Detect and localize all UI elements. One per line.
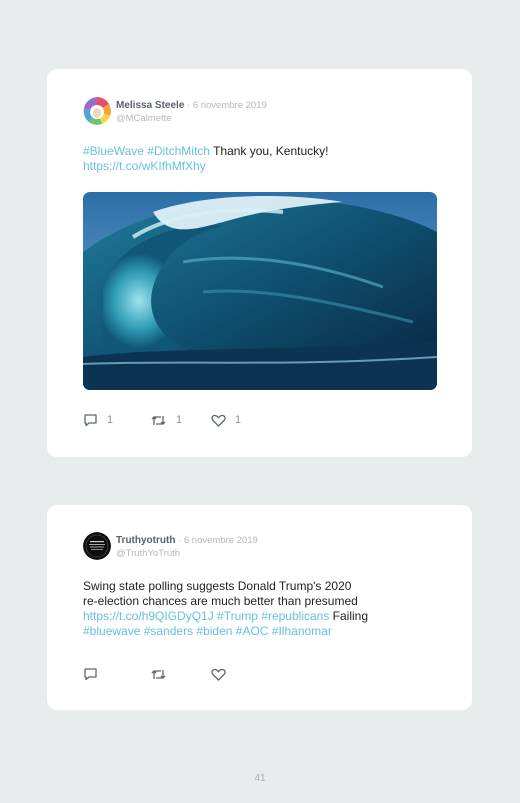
reply-button[interactable]: 1 [83,413,150,427]
tweet-actions [83,666,226,682]
author-name[interactable]: Truthyotruth [116,535,175,546]
retweet-count: 1 [176,414,183,426]
tweet-card-2: Truthyotruth · 6 novembre 2019 @TruthYoT… [47,505,472,710]
hashtag-link[interactable]: #DitchMitch [147,144,210,158]
page-number: 41 [254,773,266,784]
tweet-image-wave[interactable] [83,192,437,390]
reply-icon [84,414,97,427]
retweet-button[interactable]: 1 [150,414,211,427]
tweet-header: Truthyotruth · 6 novembre 2019 @TruthYoT… [83,532,258,562]
retweet-icon [151,415,166,425]
heart-icon [211,414,226,427]
reply-count: 1 [107,414,114,426]
hashtag-link[interactable]: #AOC [232,624,269,638]
tweet-body: Thank you, Kentucky! [209,144,329,158]
url-link[interactable]: https://t.co/h9QIGDyQ1J [83,609,214,623]
hashtag-link[interactable]: #Ilhanomar [268,624,332,638]
retweet-button[interactable] [150,668,211,681]
reply-icon [84,668,97,681]
tweet-text: #BlueWave #DitchMitch Thank you, Kentuck… [83,144,443,174]
tweet-actions: 1 1 1 [83,412,241,428]
tweet-card-1: Melissa Steele · 6 novembre 2019 @MCalme… [47,69,472,457]
avatar[interactable] [83,532,111,560]
tweet-body: Failing [329,609,369,623]
hashtag-link[interactable]: #Trump [214,609,258,623]
hashtag-link[interactable]: #BlueWave [83,144,144,158]
like-button[interactable]: 1 [211,414,241,427]
heart-icon [211,668,226,681]
author-handle[interactable]: @MCalmette [116,112,267,125]
tweet-date: · 6 novembre 2019 [175,535,258,546]
hashtag-link[interactable]: #biden [193,624,232,638]
reply-button[interactable] [83,667,150,681]
tweet-body: re-election chances are much better than… [83,594,358,608]
tweet-text: Swing state polling suggests Donald Trum… [83,579,443,639]
tweet-body: Swing state polling suggests Donald Trum… [83,579,352,593]
tweet-date: · 6 novembre 2019 [184,100,267,111]
author-handle[interactable]: @TruthYoTruth [116,547,258,560]
hashtag-link[interactable]: #republicans [258,609,329,623]
hashtag-link[interactable]: #sanders [140,624,193,638]
like-button[interactable] [211,668,226,681]
retweet-icon [151,669,166,679]
hashtag-link[interactable]: #bluewave [83,624,140,638]
avatar[interactable] [83,97,111,125]
like-count: 1 [235,414,242,426]
url-link[interactable]: https://t.co/wKIfhMfXhy [83,159,206,173]
tweet-header: Melissa Steele · 6 novembre 2019 @MCalme… [83,97,267,127]
author-name[interactable]: Melissa Steele [116,100,184,111]
